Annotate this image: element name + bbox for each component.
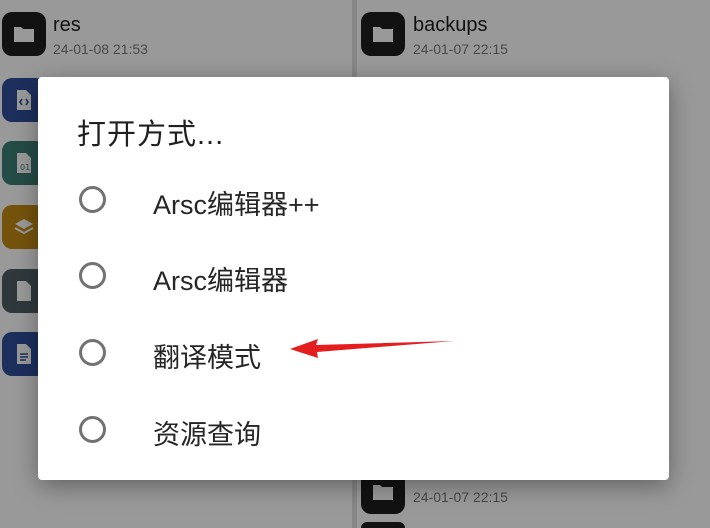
option-label: Arsc编辑器++ xyxy=(153,190,320,220)
option-label: 翻译模式 xyxy=(153,343,261,373)
dialog-title: 打开方式... xyxy=(77,119,225,151)
open-with-dialog: 打开方式... Arsc编辑器++ Arsc编辑器 翻译模式 资源查询 xyxy=(38,77,669,480)
option-label: 资源查询 xyxy=(153,420,261,450)
radio-button[interactable] xyxy=(79,416,106,443)
option-arsc-editor[interactable]: Arsc编辑器 xyxy=(38,243,669,319)
option-translation-mode[interactable]: 翻译模式 xyxy=(38,320,669,396)
radio-button[interactable] xyxy=(79,186,106,213)
option-label: Arsc编辑器 xyxy=(153,266,288,296)
radio-button[interactable] xyxy=(79,262,106,289)
option-arsc-editor-plus[interactable]: Arsc编辑器++ xyxy=(38,167,669,243)
radio-button[interactable] xyxy=(79,339,106,366)
option-resource-lookup[interactable]: 资源查询 xyxy=(38,397,669,473)
